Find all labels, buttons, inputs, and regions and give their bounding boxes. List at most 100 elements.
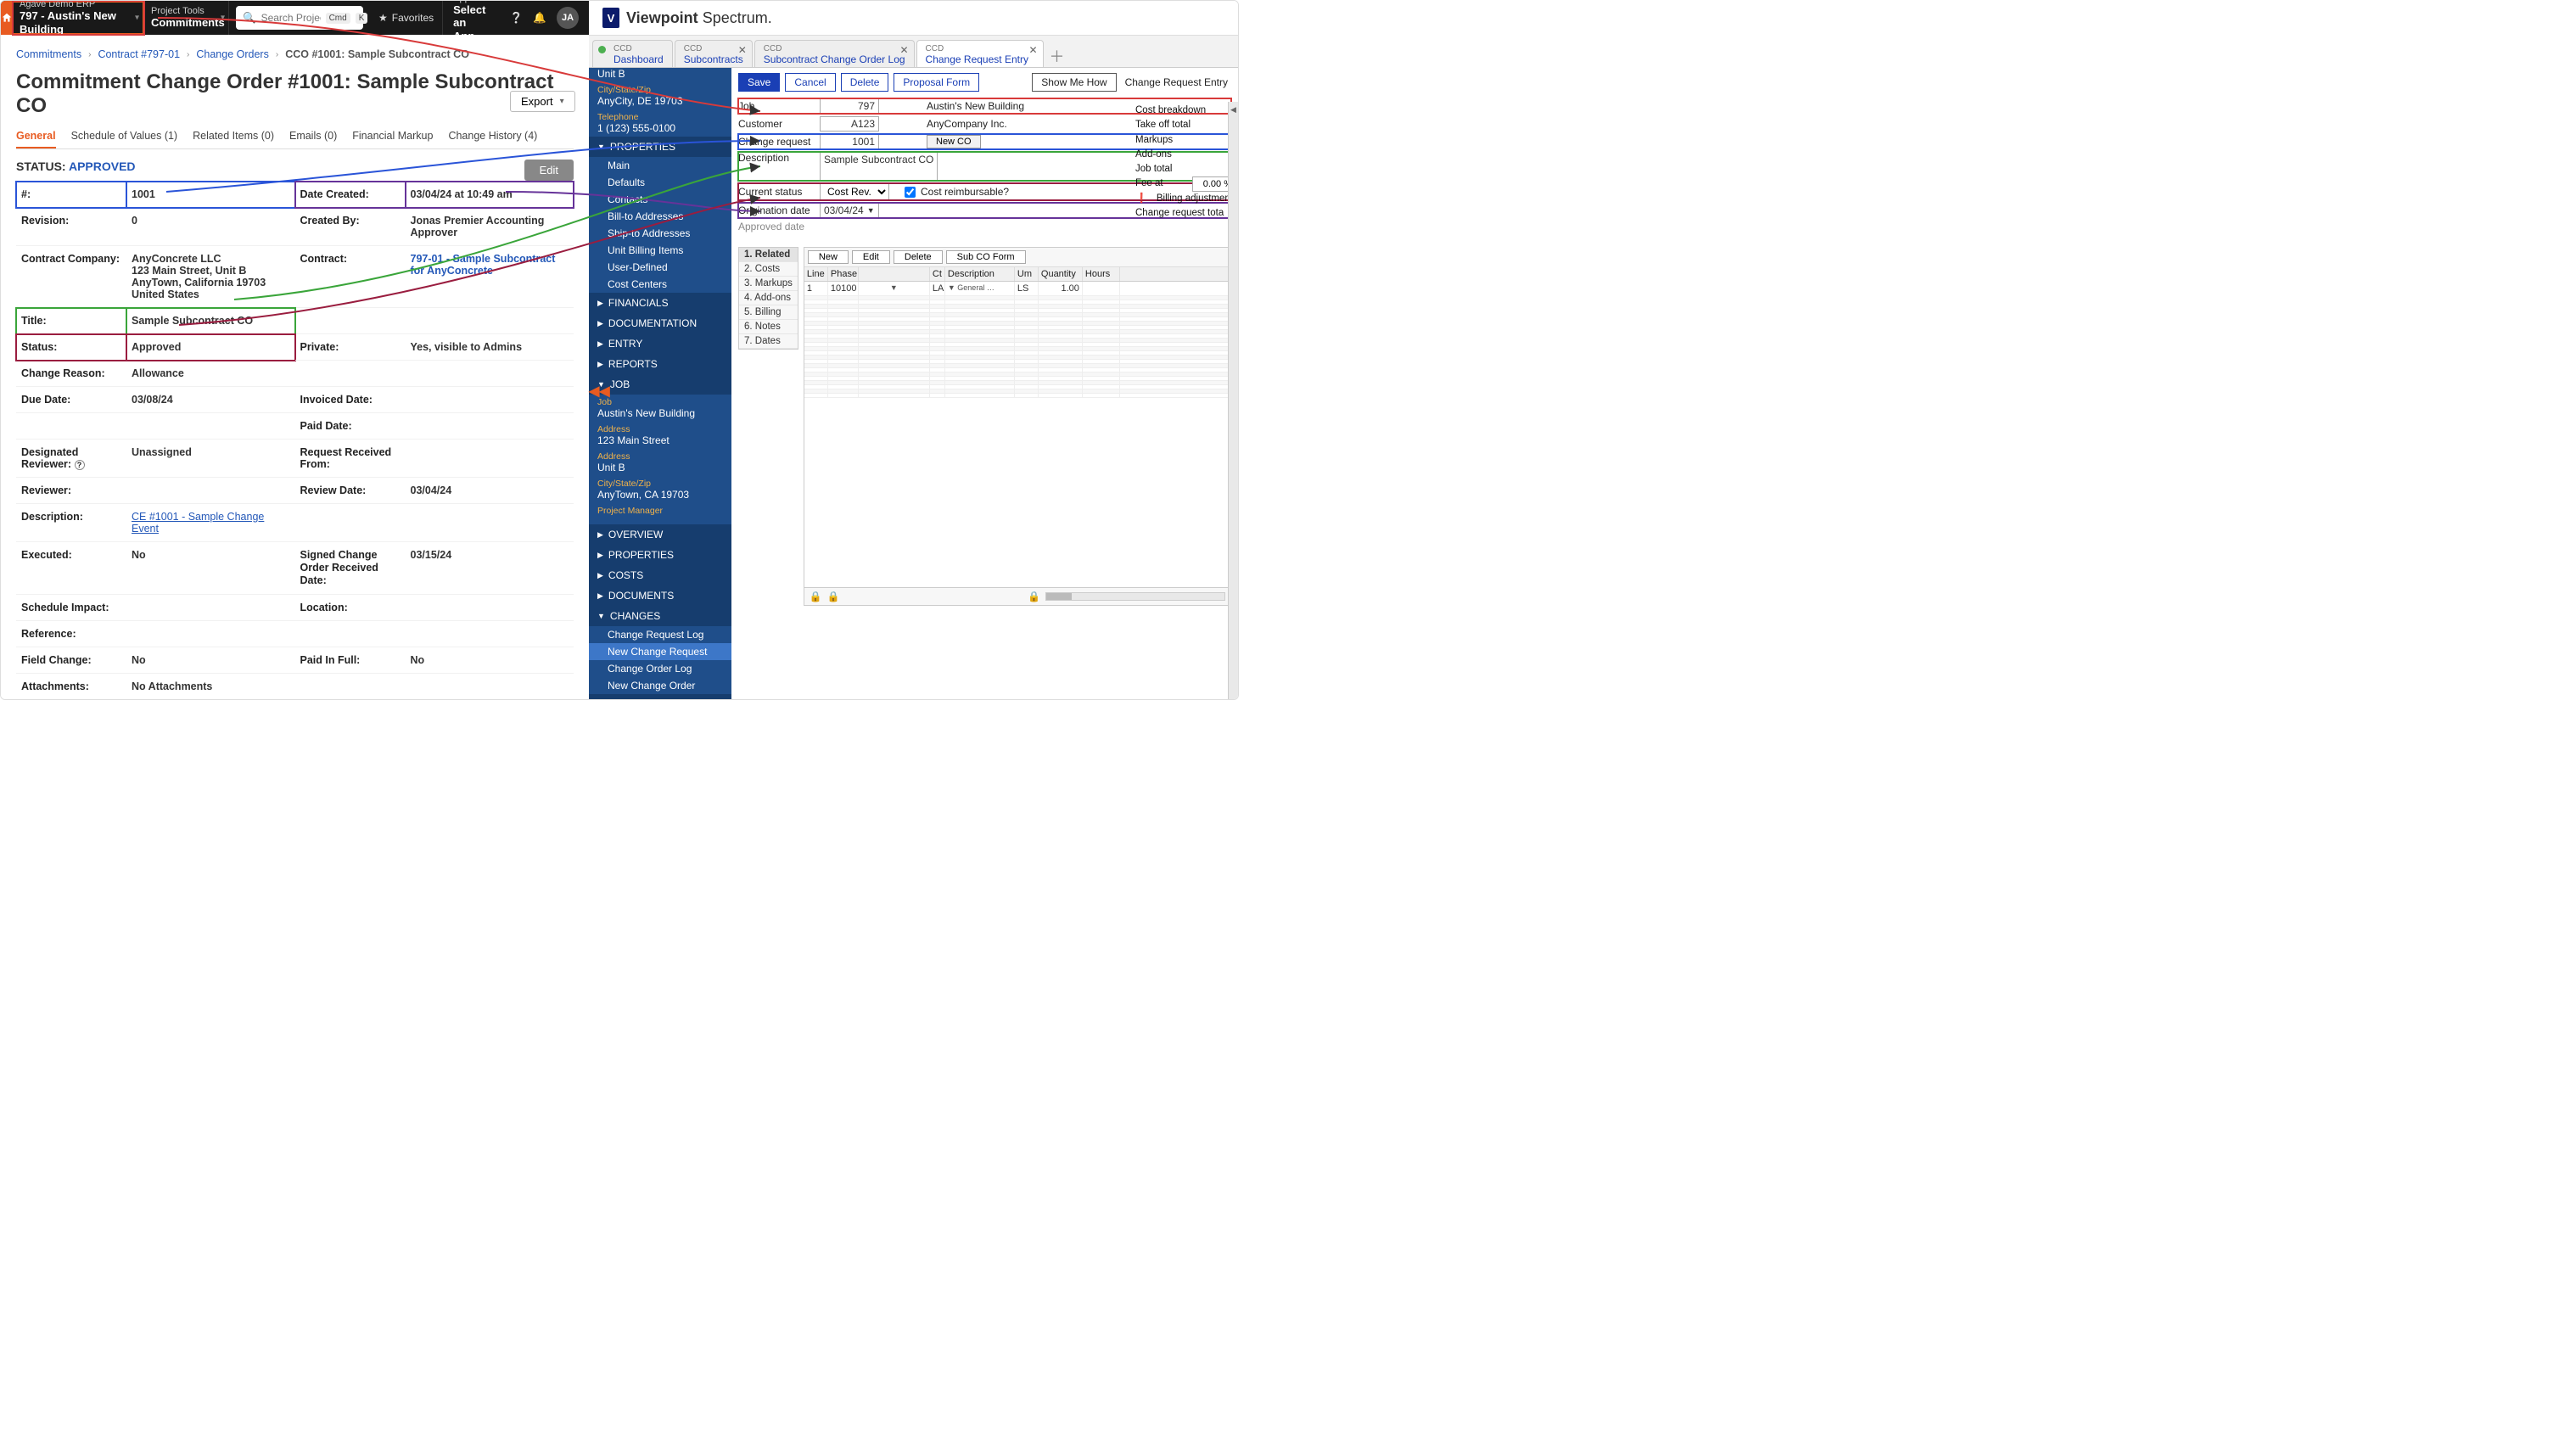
list-item[interactable]: 4. Add-ons — [739, 291, 798, 305]
field-datecreated-label: Date Created: — [295, 182, 406, 208]
list-item[interactable]: 1. Related — [739, 248, 798, 262]
edit-button[interactable]: Edit — [852, 250, 890, 264]
job-input[interactable]: 797 — [820, 98, 879, 114]
vertical-scrollbar[interactable]: ◀ — [1228, 102, 1238, 699]
side-entry[interactable]: ▶ENTRY — [589, 333, 731, 354]
side-changes[interactable]: ▼CHANGES — [589, 606, 731, 626]
home-icon[interactable] — [1, 1, 13, 35]
side-item[interactable]: User-Defined — [589, 259, 731, 276]
table-row[interactable]: 110100▼LA▼ General …LS1.00 — [804, 282, 1230, 296]
horizontal-scrollbar[interactable] — [1045, 592, 1225, 601]
tab-history[interactable]: Change History (4) — [448, 125, 537, 148]
details-grid: #: 1001 Date Created: 03/04/24 at 10:49 … — [16, 182, 574, 699]
origination-date-input[interactable]: 03/04/24▼ — [820, 203, 879, 218]
list-item[interactable]: 5. Billing — [739, 305, 798, 320]
bell-icon[interactable]: 🔔 — [533, 12, 546, 25]
side-costs[interactable]: ▶COSTS — [589, 565, 731, 585]
side-item[interactable]: Defaults — [589, 174, 731, 191]
breadcrumb: Commitments› Contract #797-01› Change Or… — [16, 48, 574, 60]
table-row[interactable] — [804, 394, 1230, 398]
crumb-commitments[interactable]: Commitments — [16, 48, 81, 60]
change-event-link[interactable]: CE #1001 - Sample Change Event — [132, 511, 264, 535]
side-documentation[interactable]: ▶DOCUMENTATION — [589, 313, 731, 333]
close-icon[interactable]: ✕ — [738, 44, 747, 56]
tab-dashboard[interactable]: CCD Dashboard — [592, 40, 673, 67]
tab-subcontracts[interactable]: CCD Subcontracts ✕ — [675, 40, 753, 67]
reimbursable-checkbox[interactable] — [905, 187, 916, 198]
field-title-value: Sample Subcontract CO — [126, 308, 295, 334]
help-icon[interactable]: ❔ — [510, 12, 524, 25]
export-button[interactable]: Export▾ — [510, 91, 575, 112]
side-item[interactable]: Ship-to Addresses — [589, 225, 731, 242]
apps-selector[interactable]: Apps Select an App — [442, 1, 500, 35]
close-icon[interactable]: ✕ — [899, 44, 908, 56]
side-item[interactable]: New Change Request — [589, 643, 731, 660]
cr-input[interactable]: 1001 — [820, 134, 879, 149]
list-item[interactable]: 6. Notes — [739, 320, 798, 334]
help-icon[interactable]: ? — [75, 460, 85, 470]
side-properties[interactable]: ▼PROPERTIES — [589, 137, 731, 157]
collapse-icon[interactable]: ◀ — [1230, 105, 1236, 115]
save-button[interactable]: Save — [738, 73, 780, 92]
list-item[interactable]: 7. Dates — [739, 334, 798, 349]
detail-tabs: General Schedule of Values (1) Related I… — [16, 125, 574, 149]
proposal-button[interactable]: Proposal Form — [894, 73, 979, 92]
collapse-icon[interactable]: ◀◀ — [589, 383, 610, 400]
tab-general[interactable]: General — [16, 125, 56, 148]
list-item[interactable]: 2. Costs — [739, 262, 798, 277]
add-tab-button[interactable]: ＋ — [1045, 45, 1069, 67]
crumb-changeorders[interactable]: Change Orders — [196, 48, 268, 60]
field-status-value: Approved — [126, 334, 295, 361]
tab-sco-log[interactable]: CCD Subcontract Change Order Log ✕ — [754, 40, 915, 67]
side-item[interactable]: Cost Centers — [589, 276, 731, 293]
tab-sov[interactable]: Schedule of Values (1) — [71, 125, 178, 148]
side-overview[interactable]: ▶OVERVIEW — [589, 524, 731, 545]
new-co-button[interactable]: New CO — [927, 135, 981, 148]
side-item[interactable]: Main — [589, 157, 731, 174]
side-job[interactable]: ▼JOB — [589, 374, 731, 395]
side-item[interactable]: Unit Billing Items — [589, 242, 731, 259]
tab-markup[interactable]: Financial Markup — [352, 125, 433, 148]
search-input[interactable] — [261, 12, 321, 24]
page-title: Commitment Change Order #1001: Sample Su… — [16, 70, 574, 118]
delete-button[interactable]: Delete — [894, 250, 943, 264]
crumb-contract[interactable]: Contract #797-01 — [98, 48, 180, 60]
subco-button[interactable]: Sub CO Form — [946, 250, 1026, 264]
new-button[interactable]: New — [808, 250, 849, 264]
tab-cr-entry[interactable]: CCD Change Request Entry ✕ — [916, 40, 1044, 67]
table-footer: 🔒 🔒 🔒 — [804, 587, 1230, 605]
close-icon[interactable]: ✕ — [1028, 44, 1037, 56]
side-reports[interactable]: ▶REPORTS — [589, 354, 731, 374]
contract-link[interactable]: 797-01 - Sample Subcontract for AnyConcr… — [411, 253, 556, 277]
chevron-down-icon: ▾ — [221, 14, 225, 23]
side-item[interactable]: Change Request Log — [589, 626, 731, 643]
edit-button[interactable]: Edit — [524, 160, 574, 181]
list-item[interactable]: 3. Markups — [739, 277, 798, 291]
project-selector[interactable]: Agave Demo ERP 797 - Austin's New Buildi… — [13, 1, 144, 35]
fee-input[interactable] — [1192, 176, 1233, 191]
search-icon: 🔍 — [243, 12, 256, 25]
search-input-wrap[interactable]: 🔍 Cmd K — [236, 6, 363, 30]
chevron-down-icon: ▾ — [135, 14, 139, 23]
side-item[interactable]: Contacts — [589, 191, 731, 208]
side-financials[interactable]: ▶FINANCIALS — [589, 293, 731, 313]
side-properties2[interactable]: ▶PROPERTIES — [589, 545, 731, 565]
tool-selector[interactable]: Project Tools Commitments ▾ — [144, 1, 229, 35]
customer-input[interactable]: A123 — [820, 116, 879, 132]
field-status-label: Status: — [16, 334, 126, 361]
status-select[interactable]: Cost Rev. — [820, 183, 889, 200]
side-billing[interactable]: ▶BILLING — [589, 694, 731, 699]
side-item[interactable]: Change Order Log — [589, 660, 731, 677]
delete-button[interactable]: Delete — [841, 73, 889, 92]
side-documents[interactable]: ▶DOCUMENTS — [589, 585, 731, 606]
showme-button[interactable]: Show Me How — [1032, 73, 1116, 92]
side-item[interactable]: New Change Order — [589, 677, 731, 694]
avatar[interactable]: JA — [557, 7, 579, 29]
desc-input[interactable]: Sample Subcontract CO — [820, 152, 938, 181]
tab-related[interactable]: Related Items (0) — [193, 125, 274, 148]
side-item[interactable]: Bill-to Addresses — [589, 208, 731, 225]
cancel-button[interactable]: Cancel — [785, 73, 835, 92]
spectrum-logo-bar: V Viewpoint Spectrum. — [589, 1, 1238, 36]
favorites-link[interactable]: ★ Favorites — [370, 1, 442, 35]
tab-emails[interactable]: Emails (0) — [289, 125, 337, 148]
